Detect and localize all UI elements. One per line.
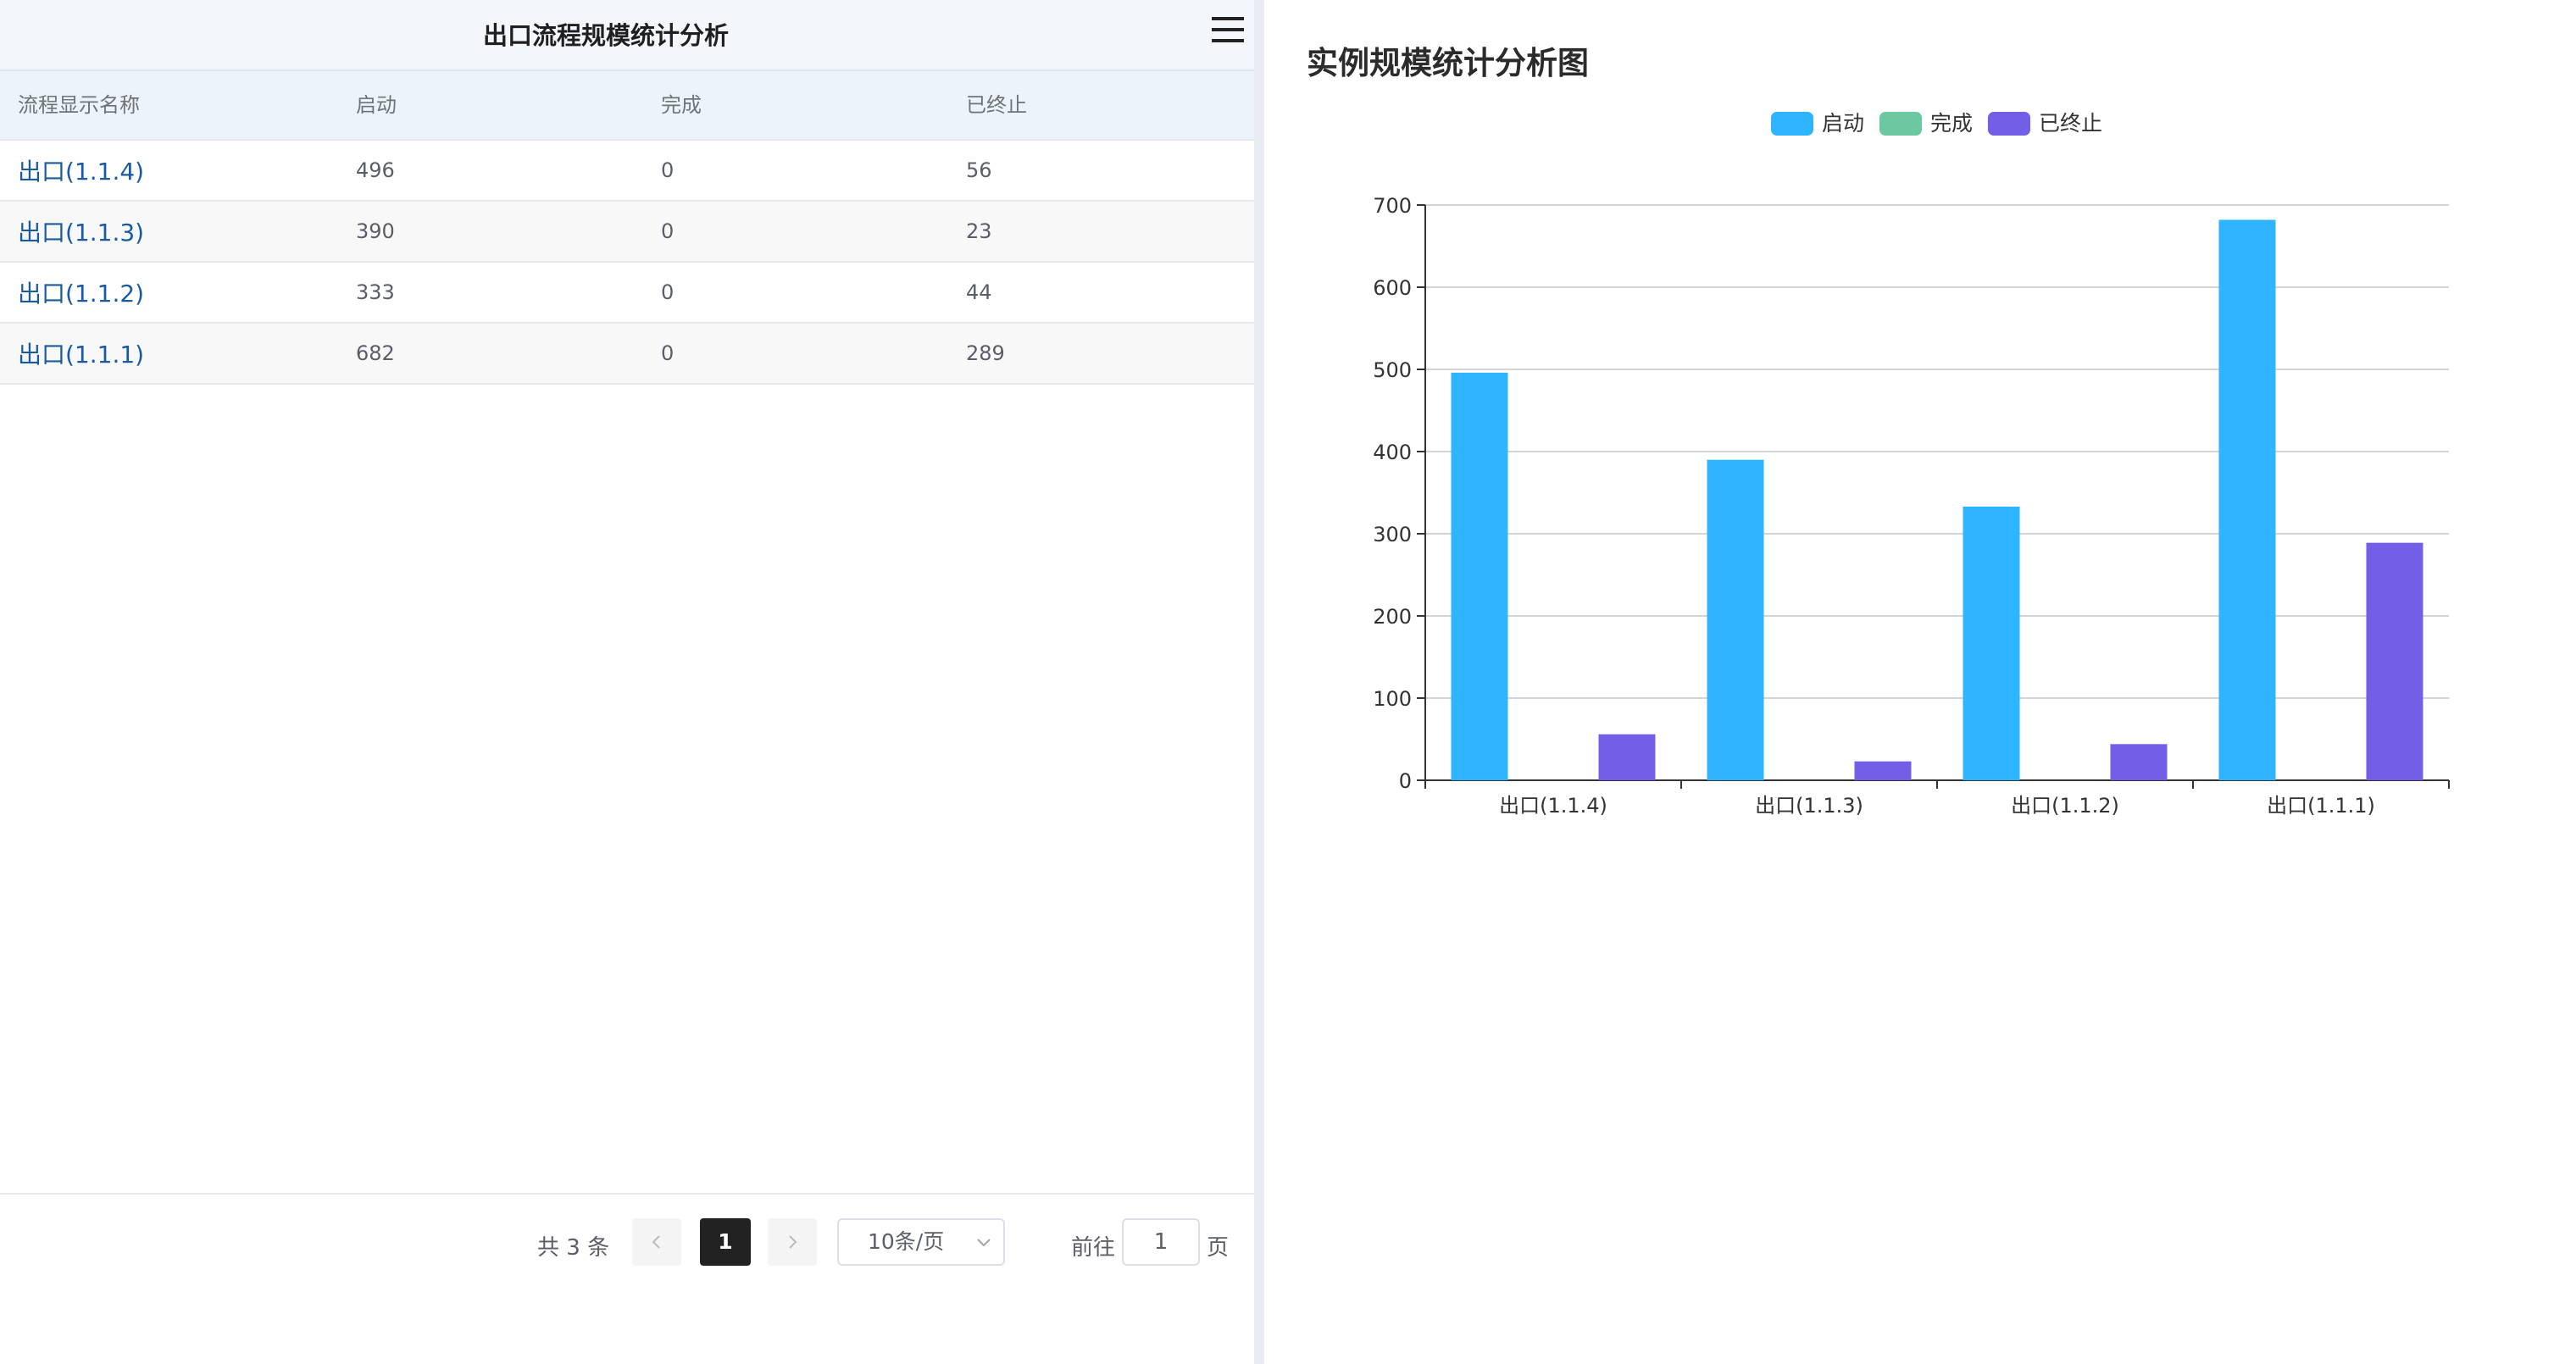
process-name-link[interactable]: 出口(1.1.2): [18, 263, 144, 322]
chart-bar: [2366, 542, 2423, 780]
table-row: 出口(1.1.2) 333 0 44: [0, 263, 1254, 324]
process-name-link[interactable]: 出口(1.1.4): [18, 141, 144, 200]
process-name-link[interactable]: 出口(1.1.3): [18, 202, 144, 261]
table-row: 出口(1.1.3) 390 0 23: [0, 202, 1254, 263]
chart-bar: [1854, 761, 1912, 780]
started-count: 390: [356, 219, 395, 243]
chart-bar: [1707, 459, 1764, 780]
x-tick-label: 出口(1.1.1): [2267, 794, 2375, 818]
y-tick-label: 700: [1373, 194, 1412, 218]
completed-count: 0: [661, 341, 675, 365]
terminated-count: 23: [966, 219, 992, 243]
y-tick-label: 200: [1373, 605, 1412, 629]
y-tick-label: 500: [1373, 358, 1412, 382]
table-header: 流程显示名称 启动 完成 已终止: [0, 71, 1254, 141]
page-size-value: 10条/页: [868, 1229, 945, 1254]
chevron-left-icon: [652, 1235, 660, 1249]
terminated-count: 289: [966, 341, 1005, 365]
started-count: 682: [356, 341, 395, 365]
column-header-started[interactable]: 启动: [356, 71, 397, 139]
goto-page-label: 前往: [1071, 1235, 1116, 1261]
panel-title: 出口流程规模统计分析: [482, 21, 729, 50]
chevron-down-icon: [977, 1239, 991, 1247]
completed-count: 0: [661, 158, 675, 182]
column-header-name[interactable]: 流程显示名称: [18, 71, 140, 139]
panel-header: 出口流程规模统计分析: [0, 0, 1254, 71]
completed-count: 0: [661, 219, 675, 243]
app-root: 出口流程规模统计分析 流程显示名称 启动 完成 已终止 出口(1.1.4) 49…: [0, 0, 2576, 1364]
started-count: 333: [356, 280, 395, 304]
chart-bar: [2110, 744, 2168, 780]
y-tick-label: 400: [1373, 441, 1412, 464]
table-row: 出口(1.1.1) 682 0 289: [0, 324, 1254, 385]
y-tick-label: 300: [1373, 523, 1412, 546]
next-page-button[interactable]: [768, 1218, 817, 1266]
x-tick-label: 出口(1.1.2): [2011, 794, 2119, 818]
column-header-terminated[interactable]: 已终止: [966, 71, 1027, 139]
column-header-completed[interactable]: 完成: [661, 71, 702, 139]
chart-bar: [1451, 372, 1508, 780]
table-row: 出口(1.1.4) 496 0 56: [0, 141, 1254, 202]
x-tick-label: 出口(1.1.3): [1755, 794, 1863, 818]
chart-panel: 实例规模统计分析图 启动 完成 已终止 0 100 200 300 400 500 600 7…: [1264, 0, 2576, 1364]
page-number-current[interactable]: 1: [700, 1218, 751, 1266]
hamburger-menu-icon[interactable]: [1207, 12, 1249, 49]
page-size-select[interactable]: 10条/页: [837, 1218, 1005, 1266]
goto-page-suffix: 页: [1207, 1235, 1230, 1261]
terminated-count: 56: [966, 158, 992, 182]
y-tick-label: 0: [1399, 769, 1412, 793]
process-name-link[interactable]: 出口(1.1.1): [18, 324, 144, 383]
y-tick-label: 600: [1373, 276, 1412, 300]
pagination: 共 3 条 1 10条/页 前往 页: [0, 1193, 1254, 1295]
panel-divider[interactable]: [1254, 0, 1264, 1364]
y-tick-label: 100: [1373, 687, 1412, 711]
completed-count: 0: [661, 280, 675, 304]
x-tick-label: 出口(1.1.4): [1499, 794, 1607, 818]
chart-bar: [2218, 219, 2276, 781]
stats-table: 流程显示名称 启动 完成 已终止 出口(1.1.4) 496 0 56 出口(1…: [0, 71, 1254, 385]
prev-page-button[interactable]: [632, 1218, 681, 1266]
chart-bar: [1963, 506, 2020, 780]
chart-bar: [1598, 734, 1656, 780]
started-count: 496: [356, 158, 395, 182]
stats-table-panel: 出口流程规模统计分析 流程显示名称 启动 完成 已终止 出口(1.1.4) 49…: [0, 0, 1254, 1364]
chevron-right-icon: [789, 1235, 797, 1249]
goto-page-input[interactable]: [1122, 1218, 1200, 1266]
pagination-total: 共 3 条: [537, 1235, 610, 1261]
bar-chart: 0 100 200 300 400 500 600 700 出口(1.1.4) 出口(1.1.3)…: [1373, 194, 2450, 818]
terminated-count: 44: [966, 280, 992, 304]
